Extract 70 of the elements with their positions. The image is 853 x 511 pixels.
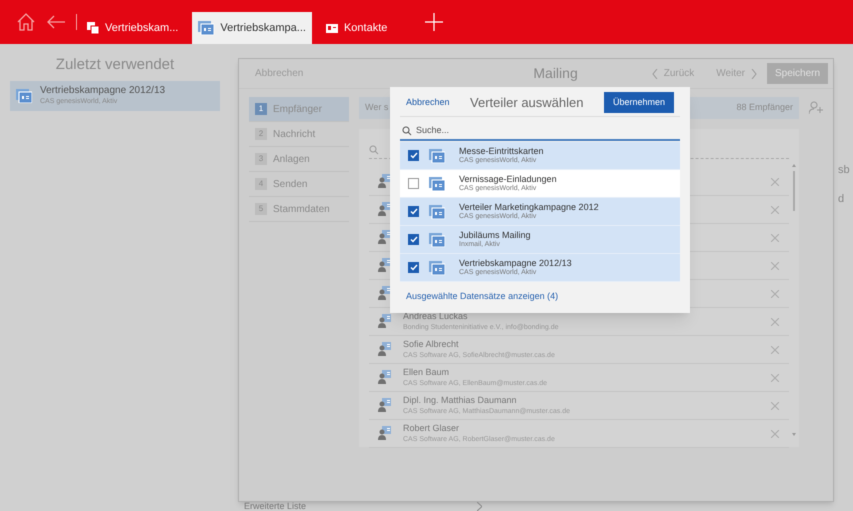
item-title: Vertriebskampagne 2012/13 [40, 84, 166, 96]
item-title: Jubiläums Mailing [459, 230, 531, 240]
close-icon[interactable] [771, 178, 779, 186]
apply-button[interactable]: Übernehmen [604, 92, 674, 114]
tab[interactable]: Kontakte [320, 12, 394, 44]
campaign-icon [87, 22, 99, 34]
close-icon[interactable] [771, 346, 779, 354]
checkbox[interactable] [408, 234, 419, 245]
contact-card-icon [377, 314, 391, 329]
close-icon[interactable] [771, 234, 779, 242]
contact-name: Andreas Luckas [403, 310, 469, 322]
close-icon[interactable] [771, 374, 779, 382]
chevron-right-icon [477, 502, 482, 511]
search-icon[interactable] [369, 144, 379, 154]
checkbox[interactable] [408, 178, 419, 189]
cut-off-text: sb [838, 163, 850, 178]
prompt-text: Wer s [365, 101, 388, 114]
checkbox[interactable] [408, 262, 419, 273]
window-title: Mailing [533, 64, 578, 83]
close-icon[interactable] [771, 430, 779, 438]
item-title: Messe-Eintrittskarten [459, 146, 544, 156]
checkmark-icon [410, 264, 418, 271]
checkmark-icon [410, 208, 418, 215]
extended-list-row[interactable]: Erweiterte Liste [238, 502, 488, 511]
item-title: Vertriebskampagne 2012/13 [459, 258, 572, 268]
distribution-list-icon [429, 148, 445, 162]
step-number: 1 [255, 103, 267, 115]
tab[interactable]: Vertriebskam... [81, 12, 184, 44]
campaign-icon [198, 21, 214, 35]
recipient-count: 88 Empfänger [736, 101, 793, 114]
close-icon[interactable] [771, 318, 779, 326]
close-icon[interactable] [771, 206, 779, 214]
contact-card-icon [377, 342, 391, 357]
contact-name: Sofie Albrecht [403, 338, 460, 350]
item-title: Verteiler Marketingkampagne 2012 [459, 202, 599, 212]
home-icon[interactable] [16, 12, 36, 32]
checkbox[interactable] [408, 206, 419, 217]
close-icon[interactable] [771, 402, 779, 410]
chevron-left-icon [652, 68, 658, 78]
distribution-list-icon [429, 260, 445, 274]
cut-off-text: d [838, 192, 846, 206]
close-icon[interactable] [771, 290, 779, 298]
contact-name: Dipl. Ing. Matthias Daumann [403, 394, 518, 406]
add-person-icon[interactable] [809, 101, 823, 115]
step-tab[interactable]: 1 Empfänger [249, 97, 349, 122]
contact-card-icon [377, 370, 391, 385]
dialog-title: Verteiler auswählen [470, 94, 584, 112]
contact-card-icon [326, 24, 338, 32]
contact-card-icon [377, 398, 391, 413]
section-title: Zuletzt verwendet [54, 55, 176, 75]
back-arrow-icon[interactable] [46, 15, 66, 29]
contact-name: Robert Glaser [403, 422, 460, 434]
distribution-list-icon [429, 232, 445, 246]
contact-card-icon [377, 426, 391, 441]
chevron-right-icon [751, 68, 758, 78]
distribution-list-icon [429, 204, 445, 218]
checkmark-icon [410, 236, 418, 243]
contact-name: Ellen Baum [403, 366, 450, 378]
add-tab-icon[interactable] [425, 13, 444, 31]
search-field[interactable]: Suche... [416, 124, 678, 138]
checkbox[interactable] [408, 150, 419, 161]
cancel-link[interactable]: Abbrechen [406, 96, 450, 110]
close-icon[interactable] [771, 262, 779, 270]
show-selected-link[interactable]: Ausgewählte Datensätze anzeigen (4) [406, 290, 558, 304]
checkmark-icon [410, 152, 418, 159]
tab[interactable]: Vertriebskampa... [192, 12, 312, 44]
item-title: Vernissage-Einladungen [459, 174, 557, 184]
distribution-list-icon [429, 176, 445, 190]
search-icon [402, 126, 412, 136]
campaign-icon [16, 88, 32, 102]
